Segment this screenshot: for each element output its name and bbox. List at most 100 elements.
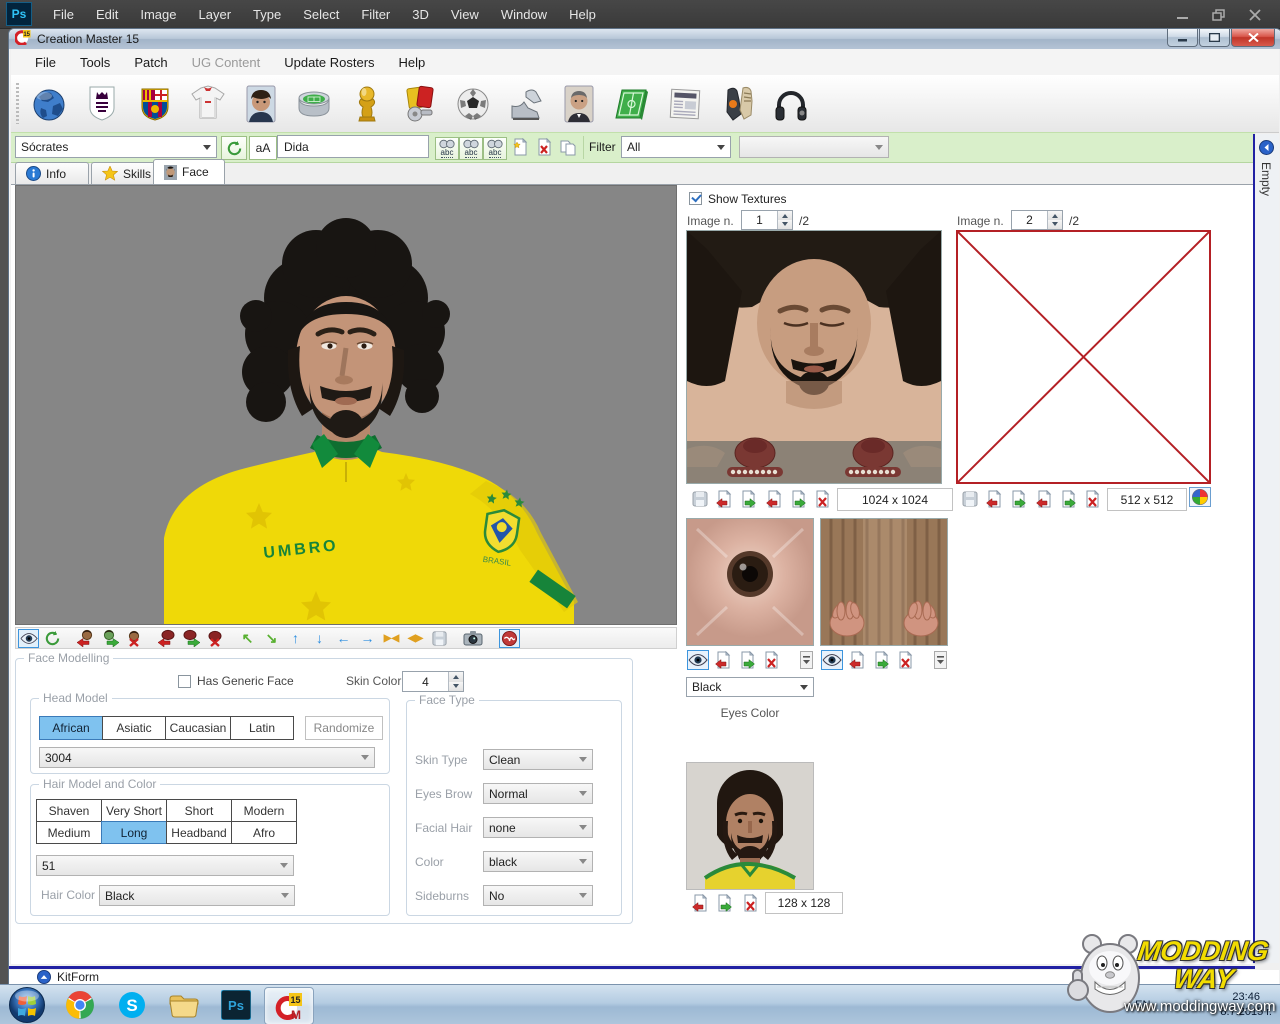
ps-menu-filter[interactable]: Filter: [350, 2, 401, 27]
refresh-player-button[interactable]: [221, 136, 247, 160]
spin-up-icon[interactable]: [1048, 211, 1062, 220]
facial-hair-color-select[interactable]: black: [483, 851, 593, 872]
hair-short-button[interactable]: Short: [166, 799, 232, 822]
manager-photo-icon[interactable]: [557, 81, 601, 127]
hands-texture-delete-icon[interactable]: [894, 650, 916, 670]
hands-texture-dropdown-button[interactable]: [933, 650, 947, 670]
goalkeeper-gloves-icon[interactable]: [716, 81, 760, 127]
eye-texture-import-icon[interactable]: [712, 650, 734, 670]
head-model-african-button[interactable]: African: [39, 716, 103, 740]
language-indicator[interactable]: EN: [1135, 999, 1150, 1011]
start-button[interactable]: [8, 986, 46, 1024]
photo-delete-icon[interactable]: [739, 893, 761, 913]
ps-menu-image[interactable]: Image: [129, 2, 187, 27]
tab-face[interactable]: Face: [153, 159, 225, 184]
case-sensitive-button[interactable]: aA: [249, 136, 277, 160]
texture1-import-file-icon[interactable]: [763, 489, 785, 509]
ps-menu-layer[interactable]: Layer: [188, 2, 243, 27]
ps-menu-view[interactable]: View: [440, 2, 490, 27]
rotate-upleft-icon[interactable]: ↖: [237, 629, 258, 648]
tab-info[interactable]: Info: [15, 162, 89, 184]
ps-menu-type[interactable]: Type: [242, 2, 292, 27]
ps-menu-help[interactable]: Help: [558, 2, 607, 27]
new-player-icon[interactable]: [509, 137, 531, 157]
ps-minimize-icon[interactable]: [1176, 8, 1190, 20]
spin-up-icon[interactable]: [778, 211, 792, 220]
taskbar-cm15-button[interactable]: 15M: [264, 987, 314, 1024]
world-icon[interactable]: [27, 81, 71, 127]
barcelona-crest-icon[interactable]: [133, 81, 177, 127]
texture2-export-icon[interactable]: [1007, 489, 1029, 509]
hair-headband-button[interactable]: Headband: [166, 821, 232, 844]
hair-medium-button[interactable]: Medium: [36, 821, 102, 844]
taskbar-chrome-button[interactable]: [56, 987, 104, 1023]
maximize-button[interactable]: [1199, 29, 1230, 47]
referee-cards-icon[interactable]: [398, 81, 442, 127]
spin-down-icon[interactable]: [778, 220, 792, 229]
refresh-preview-button[interactable]: [42, 629, 63, 648]
menu-help[interactable]: Help: [387, 51, 438, 74]
preview-eye-button[interactable]: [18, 629, 39, 648]
pitch-icon[interactable]: [610, 81, 654, 127]
search-first-button[interactable]: abc: [435, 137, 459, 160]
model-delete-icon[interactable]: [204, 629, 225, 648]
eye-texture-export-icon[interactable]: [736, 650, 758, 670]
hair-very-short-button[interactable]: Very Short: [101, 799, 167, 822]
search-next-button[interactable]: abc: [459, 137, 483, 160]
taskbar-clock[interactable]: 23:46 8.7.2015 г.: [1220, 990, 1272, 1020]
move-up-icon[interactable]: ↑: [285, 629, 306, 648]
texture2-delete-icon[interactable]: [1081, 489, 1103, 509]
menu-file[interactable]: File: [23, 51, 68, 74]
taskbar-skype-button[interactable]: S: [108, 987, 156, 1023]
image2-spinner[interactable]: 2: [1011, 210, 1063, 230]
hair-long-button[interactable]: Long: [101, 821, 167, 844]
hair-color-select[interactable]: Black: [99, 885, 295, 906]
search-input[interactable]: Dida: [277, 135, 429, 158]
taskbar-explorer-button[interactable]: [160, 987, 208, 1023]
texture1-import-icon[interactable]: [713, 489, 735, 509]
randomize-button[interactable]: Randomize: [305, 716, 383, 740]
filter-select[interactable]: All: [621, 136, 731, 158]
model-import-icon[interactable]: [156, 629, 177, 648]
dock-splitter-horizontal[interactable]: [9, 966, 1255, 969]
hands-texture-import-icon[interactable]: [846, 650, 868, 670]
eyes-brow-select[interactable]: Normal: [483, 783, 593, 804]
copy-player-icon[interactable]: [557, 137, 579, 157]
image1-spinner[interactable]: 1: [741, 210, 793, 230]
delete-player-icon[interactable]: [533, 137, 555, 157]
ps-menu-select[interactable]: Select: [292, 2, 350, 27]
hair-modern-button[interactable]: Modern: [231, 799, 297, 822]
eye-texture-delete-icon[interactable]: [760, 650, 782, 670]
ps-menu-edit[interactable]: Edit: [85, 2, 129, 27]
mask-head-button[interactable]: [499, 629, 520, 648]
move-down-icon[interactable]: ↓: [309, 629, 330, 648]
hair-afro-button[interactable]: Afro: [231, 821, 297, 844]
taskbar-photoshop-button[interactable]: Ps: [212, 987, 260, 1023]
face-export-icon[interactable]: [99, 629, 120, 648]
model-export-icon[interactable]: [180, 629, 201, 648]
zoom-in-icon[interactable]: ▶◀: [381, 629, 402, 648]
zoom-out-icon[interactable]: ◀▶: [405, 629, 426, 648]
close-button[interactable]: [1231, 29, 1275, 47]
hair-model-id-select[interactable]: 51: [36, 855, 294, 876]
player-photo-icon[interactable]: [239, 81, 283, 127]
palette-button[interactable]: [1189, 487, 1211, 507]
show-textures-checkbox[interactable]: [689, 192, 702, 205]
expand-panel-icon[interactable]: [1259, 140, 1274, 160]
screenshot-camera-icon[interactable]: [462, 629, 483, 648]
news-icon[interactable]: [663, 81, 707, 127]
3d-preview-viewport[interactable]: UMBRO BRASIL: [15, 185, 677, 625]
minimize-button[interactable]: [1167, 29, 1198, 47]
texture2-import-file-icon[interactable]: [1033, 489, 1055, 509]
skin-type-select[interactable]: Clean: [483, 749, 593, 770]
face-delete-icon[interactable]: [123, 629, 144, 648]
search-prev-button[interactable]: abc: [483, 137, 507, 160]
head-model-caucasian-button[interactable]: Caucasian: [165, 716, 231, 740]
photo-export-icon[interactable]: [713, 893, 735, 913]
texture2-export-file-icon[interactable]: [1057, 489, 1079, 509]
hands-texture-preview-button[interactable]: [821, 650, 843, 670]
ps-menu-file[interactable]: File: [42, 2, 85, 27]
spin-down-icon[interactable]: [449, 682, 463, 692]
kitform-collapsed-panel[interactable]: KitForm: [9, 970, 1279, 984]
hands-texture-export-icon[interactable]: [870, 650, 892, 670]
